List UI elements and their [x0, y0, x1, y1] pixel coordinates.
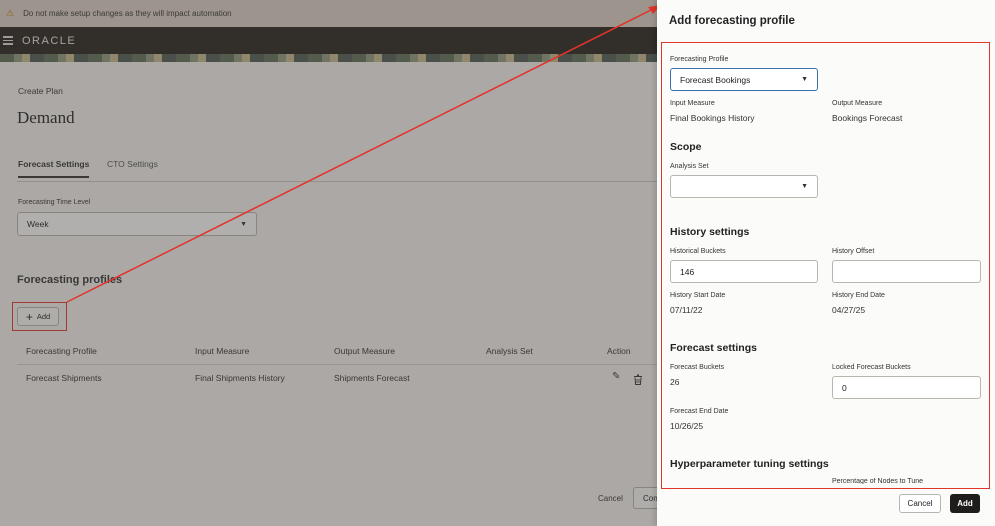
drawer-cancel-button[interactable]: Cancel: [899, 494, 941, 513]
forecasting-profile-value: Forecast Bookings: [680, 74, 751, 85]
history-offset-label: History Offset: [832, 248, 875, 255]
hyperparameter-settings-heading: Hyperparameter tuning settings: [670, 458, 829, 470]
historical-buckets-label: Historical Buckets: [670, 248, 726, 255]
drawer-title: Add forecasting profile: [669, 15, 795, 27]
output-measure-label: Output Measure: [832, 100, 883, 107]
forecast-end-date-label: Forecast End Date: [670, 408, 729, 415]
caret-down-icon: ▼: [801, 76, 808, 83]
scope-heading: Scope: [670, 141, 702, 153]
analysis-set-select[interactable]: ▼: [670, 175, 818, 198]
forecast-settings-heading: Forecast settings: [670, 342, 757, 354]
history-settings-heading: History settings: [670, 226, 750, 238]
output-measure-value: Bookings Forecast: [832, 113, 903, 123]
forecast-end-date-value: 10/26/25: [670, 421, 704, 431]
locked-forecast-buckets-input[interactable]: 0: [832, 376, 981, 399]
forecasting-profile-select[interactable]: Forecast Bookings ▼: [670, 68, 818, 91]
historical-buckets-input[interactable]: 146: [670, 260, 818, 283]
drawer-add-button[interactable]: Add: [950, 494, 980, 513]
analysis-set-label: Analysis Set: [670, 163, 709, 170]
forecast-buckets-label: Forecast Buckets: [670, 364, 725, 371]
forecasting-profile-label: Forecasting Profile: [670, 56, 729, 63]
history-start-date-label: History Start Date: [670, 292, 726, 299]
locked-forecast-buckets-label: Locked Forecast Buckets: [832, 364, 911, 371]
history-start-date-value: 07/11/22: [670, 305, 703, 315]
history-end-date-label: History End Date: [832, 292, 885, 299]
input-measure-value: Final Bookings History: [670, 113, 755, 123]
input-measure-label: Input Measure: [670, 100, 715, 107]
history-end-date-value: 04/27/25: [832, 305, 866, 315]
caret-down-icon: ▼: [801, 183, 808, 190]
nodes-to-tune-label-partial: Percentage of Nodes to Tune: [832, 478, 924, 484]
history-offset-input[interactable]: [832, 260, 981, 283]
forecast-buckets-value: 26: [670, 377, 680, 387]
